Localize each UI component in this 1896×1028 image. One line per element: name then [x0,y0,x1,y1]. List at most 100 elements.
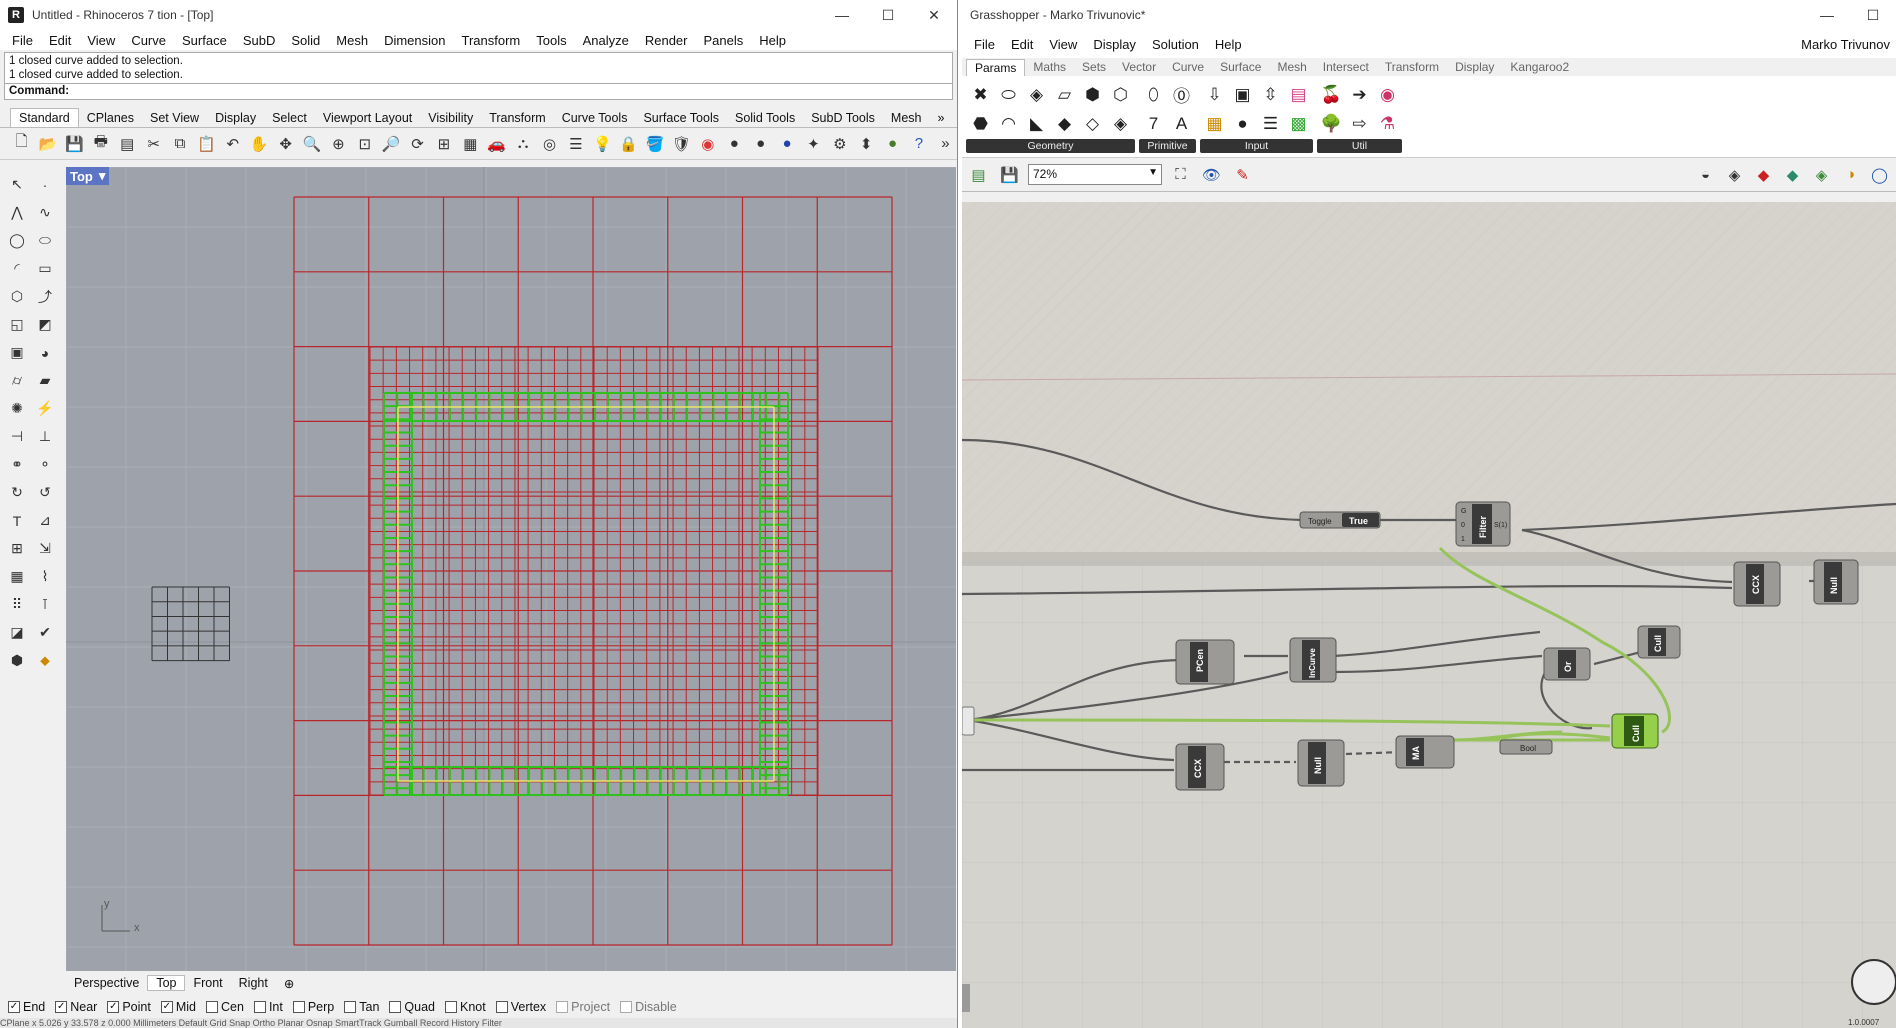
gh-param-geometry-icon[interactable]: ⬡ [1107,81,1134,108]
checkbox-icon[interactable]: ✓ [107,1001,120,1013]
gh-ccx-node-bottom[interactable]: CCX [1175,743,1225,791]
gh-null-node-top[interactable]: Null [1813,559,1859,605]
menu-panels[interactable]: Panels [695,33,751,48]
checkbox-icon[interactable] [495,1001,508,1013]
gh-group-label[interactable]: Util [1317,139,1402,153]
osnap-mid[interactable]: ✓ Mid [160,1000,196,1014]
material-icon[interactable]: 🛡 [670,131,693,156]
viewport-title-tab[interactable]: Top ▾ [66,167,110,185]
checkbox-icon[interactable] [620,1001,633,1013]
gh-or-node[interactable]: Or [1543,647,1591,681]
cylinder-icon[interactable]: ⌭ [4,368,30,393]
menu-view[interactable]: View [79,33,123,48]
sphere-icon[interactable]: ◕ [32,340,58,365]
gh-input-gradient-icon[interactable]: ▤ [1285,81,1312,108]
top-viewport[interactable]: y x Top ▾ [66,167,956,971]
gh-menu-edit[interactable]: Edit [1003,37,1041,52]
viewport-tab-perspective[interactable]: Perspective [66,976,147,990]
cut-icon[interactable]: ✂ [142,131,165,156]
checkbox-icon[interactable] [253,1001,266,1013]
rendered-sphere-icon[interactable]: ● [749,131,772,156]
gh-menu-view[interactable]: View [1041,37,1085,52]
gh-input-panel-icon[interactable]: ▣ [1229,81,1256,108]
gh-tab-maths[interactable]: Maths [1025,59,1074,75]
checkbox-icon[interactable]: ✓ [8,1001,20,1013]
scale-icon[interactable]: ↺ [32,480,58,505]
gh-param-point-icon[interactable]: ✖ [967,81,994,108]
osnap-perp[interactable]: Perp [292,1000,334,1014]
tab-visibility[interactable]: Visibility [420,109,481,127]
gh-param-curve-icon[interactable]: ◈ [1023,81,1050,108]
checkbox-icon[interactable] [292,1001,305,1013]
shaded-sphere-icon[interactable]: ● [723,131,746,156]
mesh-icon[interactable]: ▦ [4,564,30,589]
gh-input-button-icon[interactable]: ● [1229,110,1256,137]
tab-viewport-layout[interactable]: Viewport Layout [315,109,420,127]
menu-edit[interactable]: Edit [41,33,79,48]
gh-toggle-value[interactable]: True [1349,516,1368,526]
gh-param-integer-icon[interactable]: ⓪ [1168,81,1195,108]
viewport-canvas[interactable]: y x [66,167,956,971]
gh-left-edge-param[interactable] [962,706,975,736]
paint-bucket-icon[interactable]: 🪣 [643,131,666,156]
menu-tools[interactable]: Tools [528,33,574,48]
gh-navigation-compass-icon[interactable] [1851,959,1896,1005]
move-arrows-icon[interactable]: ✥ [274,131,297,156]
tab-cplanes[interactable]: CPlanes [79,109,142,127]
tab-solid-tools[interactable]: Solid Tools [727,109,803,127]
gh-ma-node[interactable]: MA [1395,735,1455,769]
zoom-dynamic-icon[interactable]: ⊕ [327,131,350,156]
gh-input-graph-icon[interactable]: ▦ [1201,110,1228,137]
gh-left-edge-handle[interactable] [962,984,970,1012]
menu-help[interactable]: Help [751,33,794,48]
osnap-point[interactable]: ✓ Point [107,1000,151,1014]
gh-param-surface-icon[interactable]: ◆ [1051,110,1078,137]
checkbox-icon[interactable] [344,1001,357,1013]
menu-file[interactable]: File [4,33,41,48]
tab-mesh[interactable]: Mesh [883,109,930,127]
point-icon[interactable]: · [32,172,58,197]
four-viewports-icon[interactable]: ⊞ [432,131,455,156]
cplane-icon[interactable]: ▦ [459,131,482,156]
osnap-tan[interactable]: Tan [344,1000,379,1014]
rotate-icon[interactable]: ↻ [4,480,30,505]
gh-util-tree-icon[interactable]: 🌳 [1318,110,1345,137]
gh-tab-kangaroo2[interactable]: Kangaroo2 [1502,59,1577,75]
dimension-icon[interactable]: ⊿ [32,508,58,533]
gh-tab-sets[interactable]: Sets [1074,59,1114,75]
light-bulb-icon[interactable]: 💡 [591,131,614,156]
open-folder-icon[interactable]: 📂 [36,131,59,156]
gh-tab-vector[interactable]: Vector [1114,59,1164,75]
gh-preview-shaded-icon[interactable]: ◈ [1722,162,1747,187]
osnap-near[interactable]: ✓ Near [55,1000,97,1014]
menu-solid[interactable]: Solid [283,33,328,48]
gh-tab-curve[interactable]: Curve [1164,59,1212,75]
menu-dimension[interactable]: Dimension [376,33,453,48]
osnap-cen[interactable]: Cen [206,1000,244,1014]
gh-toolbar-sphere-icon[interactable]: ◯ [1867,162,1892,187]
osnap-end[interactable]: ✓ End [8,1000,45,1014]
surface-points-icon[interactable]: ◱ [4,312,30,337]
select-arrow-icon[interactable]: ↖ [4,172,30,197]
gh-ccx-node-top[interactable]: CCX [1733,561,1781,607]
surface-tools-icon[interactable]: ◪ [4,620,30,645]
pan-hand-icon[interactable]: ✋ [248,131,271,156]
gh-zoom-extents-icon[interactable]: ⛶ [1168,162,1193,187]
save-icon[interactable]: 💾 [63,131,86,156]
copy-icon[interactable]: ⧉ [168,131,191,156]
close-button[interactable]: ✕ [911,7,957,24]
gh-param-field-icon[interactable]: ◈ [1107,110,1134,137]
split-icon[interactable]: ⊥ [32,424,58,449]
gh-util-cherries-icon[interactable]: 🍒 [1318,81,1345,108]
gh-boolean-param[interactable]: Bool [1499,739,1553,755]
text-icon[interactable]: T [4,508,30,533]
toolbar-overflow-button[interactable]: » [930,109,953,127]
gh-cull-node-top[interactable]: Cull [1637,625,1681,659]
gh-stream-filter-node[interactable]: Filter G 0 1 S(1) [1455,501,1511,547]
tab-select[interactable]: Select [264,109,315,127]
ungroup-icon[interactable]: ⚬ [32,452,58,477]
color-wheel-icon[interactable]: ◉ [696,131,719,156]
gh-canvas-svg[interactable]: Toggle True Filter G 0 1 S(1) CCX Null P… [962,202,1896,1028]
checkbox-icon[interactable]: ✓ [160,1001,173,1013]
gh-open-file-icon[interactable]: ▤ [966,162,991,187]
